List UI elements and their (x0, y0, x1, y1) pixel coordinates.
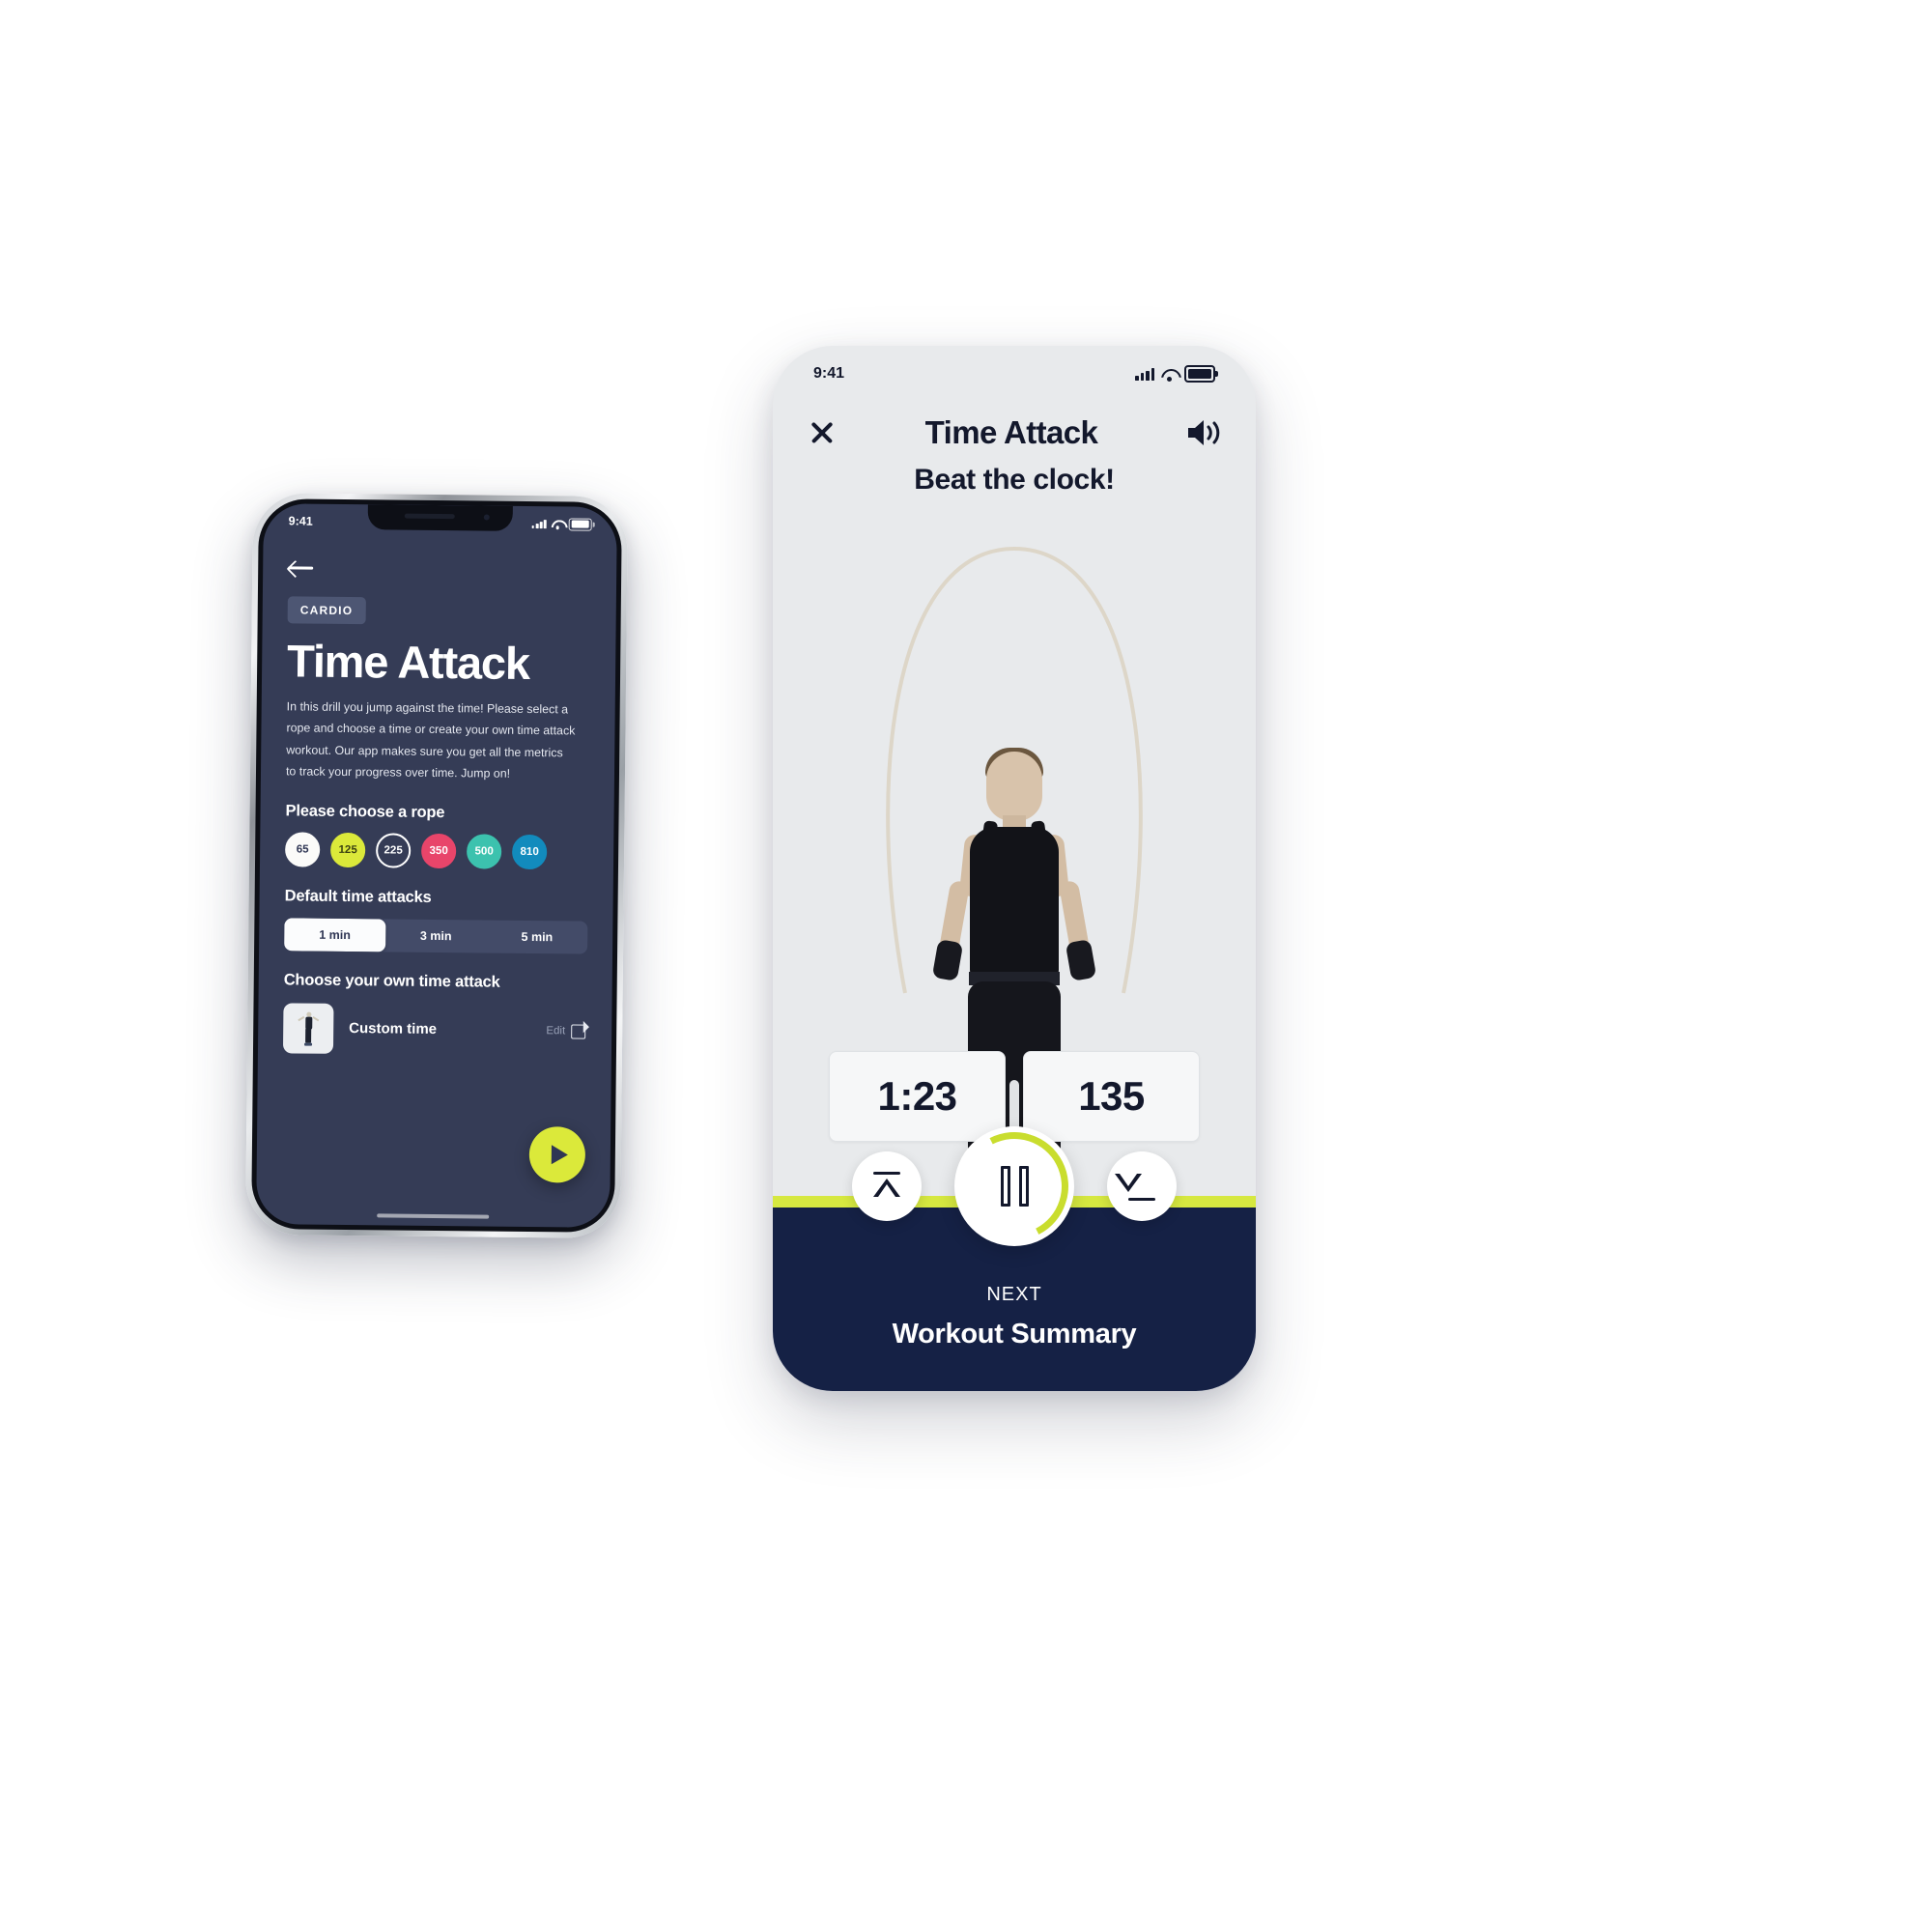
next-value[interactable]: Workout Summary (773, 1319, 1256, 1350)
battery-icon (568, 517, 592, 531)
status-time: 9:41 (288, 514, 313, 528)
back-arrow-icon[interactable] (288, 557, 315, 577)
playback-controls (773, 1118, 1256, 1255)
wifi-icon (1161, 368, 1178, 382)
custom-time-label: Custom time (349, 1020, 438, 1038)
rope-selector: 65 125 225 350 500 810 (284, 832, 588, 869)
status-icons (1135, 365, 1218, 383)
workout-header: Time Attack (773, 406, 1256, 460)
cellular-signal-icon (1135, 367, 1154, 381)
time-option-3-min[interactable]: 3 min (385, 919, 487, 952)
battery-icon (1184, 365, 1218, 383)
status-time: 9:41 (813, 365, 845, 382)
skip-next-icon (1115, 1172, 1158, 1201)
drill-description: In this drill you jump against the time!… (285, 699, 576, 781)
left-screen-body: CARDIO Time Attack In this drill you jum… (256, 536, 616, 1228)
rope-option-810[interactable]: 810 (511, 834, 548, 869)
wifi-icon (552, 519, 564, 528)
page-title: Time Attack (286, 635, 530, 689)
pause-button[interactable] (946, 1118, 1083, 1255)
custom-time-section-title: Choose your own time attack (283, 971, 500, 991)
play-icon (551, 1145, 568, 1165)
speaker-volume-icon[interactable] (1184, 416, 1223, 449)
edit-custom-time-button[interactable]: Edit (546, 1023, 586, 1039)
skip-previous-icon (870, 1172, 903, 1201)
close-x-icon[interactable] (806, 416, 838, 449)
default-time-section-title: Default time attacks (284, 887, 432, 906)
edit-pencil-icon (571, 1023, 586, 1039)
time-option-1-min[interactable]: 1 min (284, 918, 386, 952)
time-attack-segmented-control: 1 min 3 min 5 min (284, 918, 588, 954)
status-bar-right: 9:41 (773, 363, 1256, 384)
skip-previous-button[interactable] (852, 1151, 922, 1221)
phone-screen-left: 9:41 CARDIO Time Attack In this drill yo… (256, 503, 617, 1228)
status-icons (531, 517, 592, 531)
phone-device-left: 9:41 CARDIO Time Attack In this drill yo… (244, 492, 629, 1239)
rope-section-title: Please choose a rope (285, 802, 445, 821)
cellular-signal-icon (531, 519, 547, 529)
progress-ring (946, 1118, 1083, 1255)
jumping-person-thumbnail (282, 1003, 334, 1054)
phone-device-right: 9:41 Time Attack Beat the clock! 1:23 13… (773, 346, 1256, 1391)
category-chip[interactable]: CARDIO (287, 596, 366, 625)
play-button[interactable] (528, 1126, 586, 1183)
rope-option-500[interactable]: 500 (466, 833, 502, 869)
workout-title: Time Attack (924, 414, 1098, 450)
time-option-5-min[interactable]: 5 min (486, 920, 587, 953)
status-bar-left: 9:41 (264, 509, 617, 536)
custom-time-row[interactable]: Custom time Edit (282, 1003, 587, 1056)
workout-subtitle: Beat the clock! (914, 464, 1115, 496)
edit-label: Edit (546, 1024, 566, 1037)
skip-next-button[interactable] (1107, 1151, 1177, 1221)
rope-option-225[interactable]: 225 (375, 832, 412, 868)
next-label: NEXT (986, 1284, 1042, 1305)
rope-option-65[interactable]: 65 (284, 832, 321, 867)
rope-option-125[interactable]: 125 (329, 832, 366, 867)
rope-option-350[interactable]: 350 (420, 833, 457, 868)
